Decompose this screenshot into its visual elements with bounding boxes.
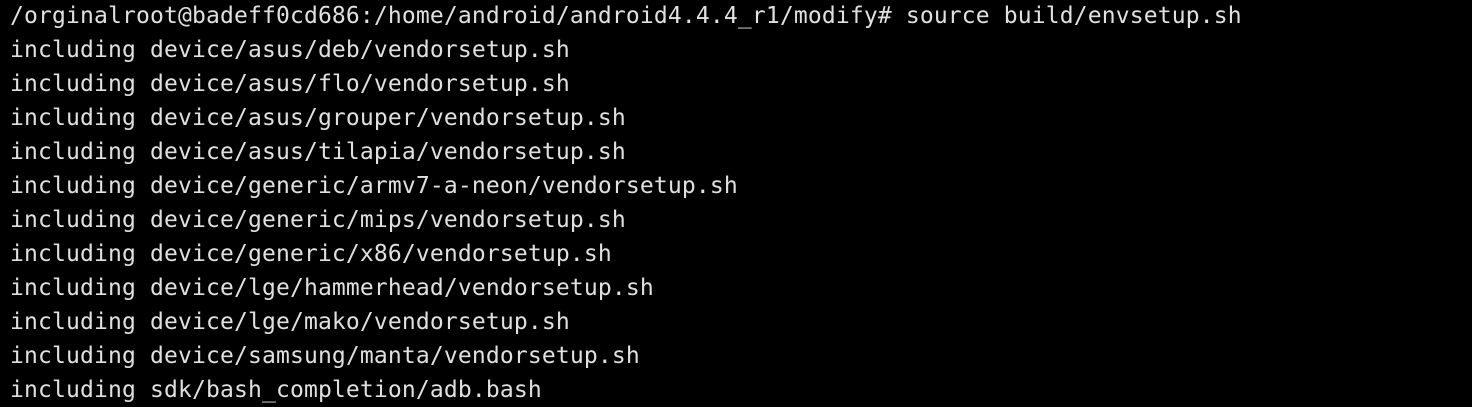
output-line: including sdk/bash_completion/adb.bash (10, 377, 542, 403)
output-line: including device/asus/deb/vendorsetup.sh (10, 37, 570, 63)
output-line: including device/asus/flo/vendorsetup.sh (10, 71, 570, 97)
output-line: including device/asus/grouper/vendorsetu… (10, 105, 626, 131)
command-prompt-line: /orginalroot@badeff0cd686:/home/android/… (10, 3, 1242, 29)
terminal-output: /orginalroot@badeff0cd686:/home/android/… (10, 0, 1472, 407)
output-line: including device/generic/x86/vendorsetup… (10, 241, 612, 267)
output-line: including device/generic/mips/vendorsetu… (10, 207, 626, 233)
terminal-window[interactable]: /orginalroot@badeff0cd686:/home/android/… (0, 0, 1472, 403)
output-line: including device/generic/armv7-a-neon/ve… (10, 173, 738, 199)
output-line: including device/asus/tilapia/vendorsetu… (10, 139, 626, 165)
output-line: including device/lge/hammerhead/vendorse… (10, 275, 654, 301)
output-line: including device/lge/mako/vendorsetup.sh (10, 309, 570, 335)
output-line: including device/samsung/manta/vendorset… (10, 343, 640, 369)
